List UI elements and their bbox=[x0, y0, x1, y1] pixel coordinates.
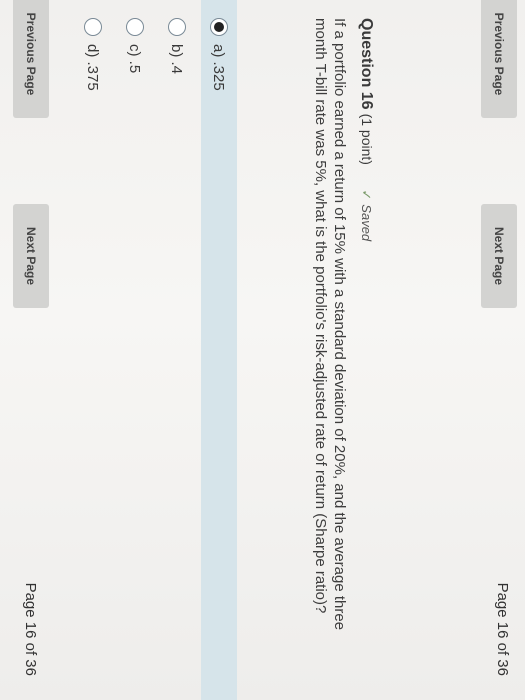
option-c[interactable]: c) .5 bbox=[117, 0, 153, 700]
page-indicator-bottom: Page 16 of 36 bbox=[22, 582, 39, 676]
saved-status: ✓ Saved bbox=[358, 189, 374, 241]
option-b[interactable]: b) .4 bbox=[159, 0, 195, 700]
radio-icon[interactable] bbox=[126, 18, 144, 36]
next-page-button-bottom[interactable]: Next Page bbox=[13, 204, 49, 308]
radio-selected-icon[interactable] bbox=[210, 18, 228, 36]
option-d[interactable]: d) .375 bbox=[75, 0, 111, 700]
previous-page-button-bottom[interactable]: Previous Page bbox=[13, 0, 49, 118]
option-label: c) .5 bbox=[126, 44, 144, 74]
next-page-label: Next Page bbox=[492, 226, 506, 286]
previous-page-label: Previous Page bbox=[492, 12, 506, 96]
previous-page-button-top[interactable]: Previous Page bbox=[481, 0, 517, 118]
saved-label: Saved bbox=[359, 204, 374, 242]
next-page-button-top[interactable]: Next Page bbox=[481, 204, 517, 308]
question-title: Question 16 bbox=[358, 18, 375, 110]
question-header: Question 16 (1 point) ✓ Saved bbox=[357, 18, 375, 241]
previous-page-label: Previous Page bbox=[24, 12, 38, 96]
check-icon: ✓ bbox=[359, 189, 374, 201]
option-label: b) .4 bbox=[168, 44, 186, 75]
quiz-page: Previous Page Next Page Page 16 of 36 Qu… bbox=[0, 0, 525, 700]
option-label: d) .375 bbox=[84, 44, 102, 91]
radio-icon[interactable] bbox=[168, 18, 186, 36]
question-points: (1 point) bbox=[359, 113, 375, 165]
option-a[interactable]: a) .325 bbox=[201, 0, 237, 700]
question-text: If a portfolio earned a return of 15% wi… bbox=[312, 18, 348, 631]
radio-icon[interactable] bbox=[84, 18, 102, 36]
option-label: a) .325 bbox=[210, 44, 228, 91]
next-page-label: Next Page bbox=[24, 226, 38, 286]
page-indicator-top: Page 16 of 36 bbox=[494, 582, 511, 676]
